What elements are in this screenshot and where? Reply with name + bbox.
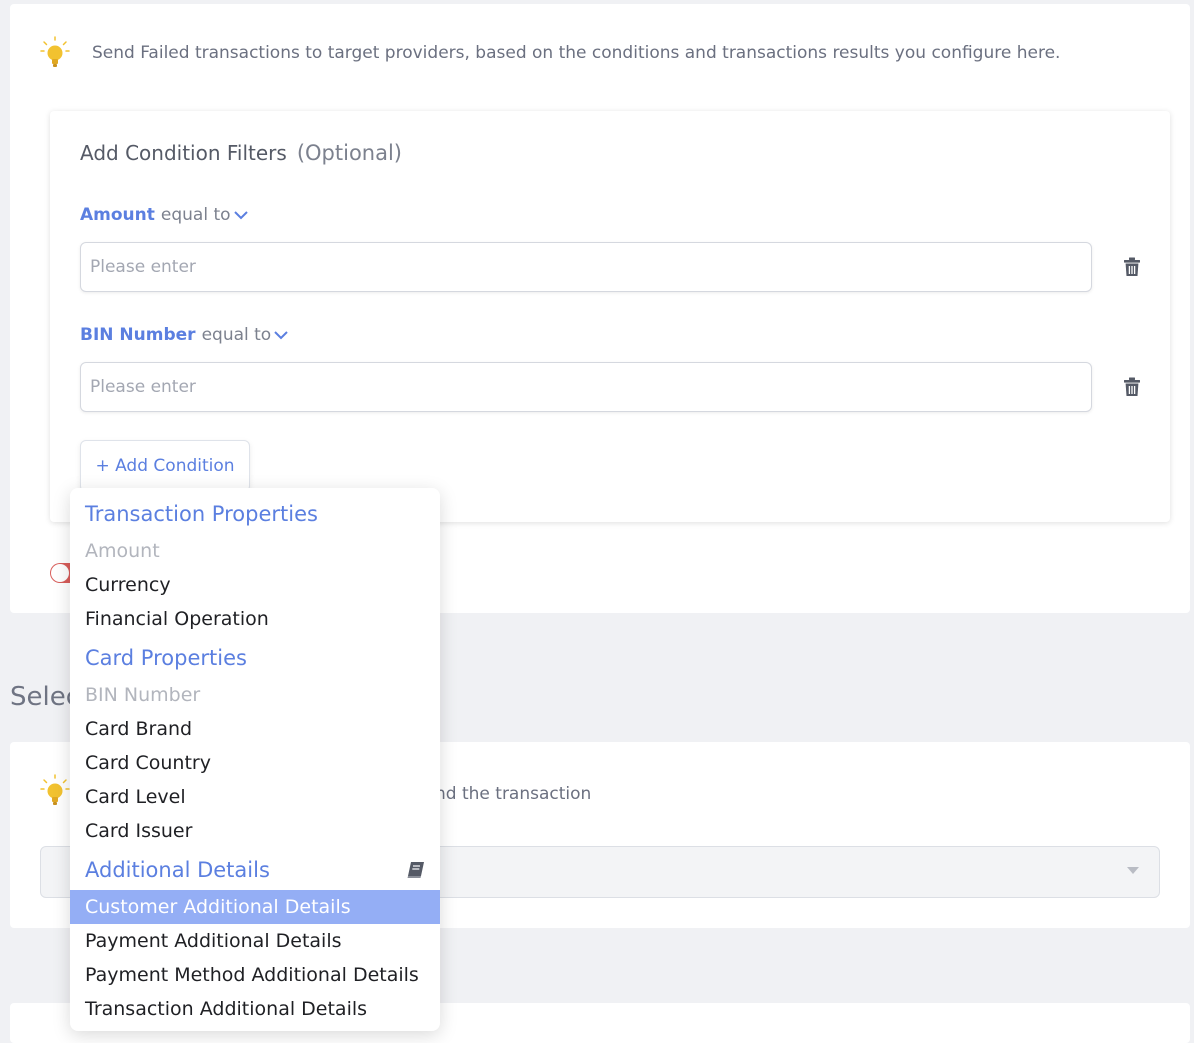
chevron-down-icon [274, 330, 288, 339]
dropdown-item-card-level[interactable]: Card Level [70, 780, 440, 814]
lightbulb-icon [40, 36, 70, 67]
condition-bin-label: BIN Number equal to [80, 325, 288, 345]
condition-amount-label: Amount equal to [80, 205, 248, 225]
dropdown-item-customer-additional-details[interactable]: Customer Additional Details [70, 890, 440, 924]
book-icon[interactable] [406, 861, 426, 879]
dropdown-item-card-issuer[interactable]: Card Issuer [70, 814, 440, 848]
group-transaction-properties: Transaction Properties [85, 502, 318, 526]
group-card-properties: Card Properties [85, 646, 247, 670]
condition-field-dropdown: Transaction Properties Amount Currency F… [70, 488, 440, 1031]
optional-label: (Optional) [296, 141, 403, 165]
condition-filters-card: Add Condition Filters (Optional) Amount eq… [50, 111, 1170, 522]
dropdown-item-financial-operation[interactable]: Financial Operation [70, 602, 440, 636]
condition-field-name: Amount [80, 205, 155, 225]
condition-filters-title: Add Condition Filters (Optional) [80, 141, 402, 165]
dropdown-item-payment-method-additional-details[interactable]: Payment Method Additional Details [70, 958, 440, 992]
lightbulb-icon [40, 774, 70, 805]
operator-label: equal to [160, 205, 231, 225]
group-label: Additional Details [85, 858, 270, 882]
dropdown-item-amount: Amount [85, 540, 160, 562]
dropdown-item-payment-additional-details[interactable]: Payment Additional Details [70, 924, 440, 958]
bin-value-input[interactable] [80, 362, 1092, 412]
dropdown-item-transaction-additional-details[interactable]: Transaction Additional Details [70, 992, 440, 1026]
operator-label: equal to [201, 325, 272, 345]
info-tip-text: nd the transaction [435, 784, 592, 804]
group-additional-details: Additional Details [70, 853, 440, 887]
dropdown-item-card-country[interactable]: Card Country [70, 746, 440, 780]
add-condition-button[interactable]: + Add Condition [80, 440, 250, 492]
caret-down-icon [1127, 867, 1139, 874]
operator-dropdown[interactable]: equal to [202, 325, 289, 345]
dropdown-item-currency[interactable]: Currency [70, 568, 440, 602]
trash-icon[interactable] [1123, 257, 1141, 277]
operator-dropdown[interactable]: equal to [161, 205, 248, 225]
trash-icon[interactable] [1123, 377, 1141, 397]
amount-value-input[interactable] [80, 242, 1092, 292]
card-title-text: Add Condition Filters [80, 141, 287, 165]
dropdown-item-card-brand[interactable]: Card Brand [70, 712, 440, 746]
info-tip-text: Send Failed transactions to target provi… [92, 43, 1061, 63]
toggle-knob [51, 564, 69, 582]
chevron-down-icon [233, 210, 248, 219]
dropdown-item-bin-number: BIN Number [85, 684, 201, 706]
condition-field-name: BIN Number [80, 325, 196, 345]
